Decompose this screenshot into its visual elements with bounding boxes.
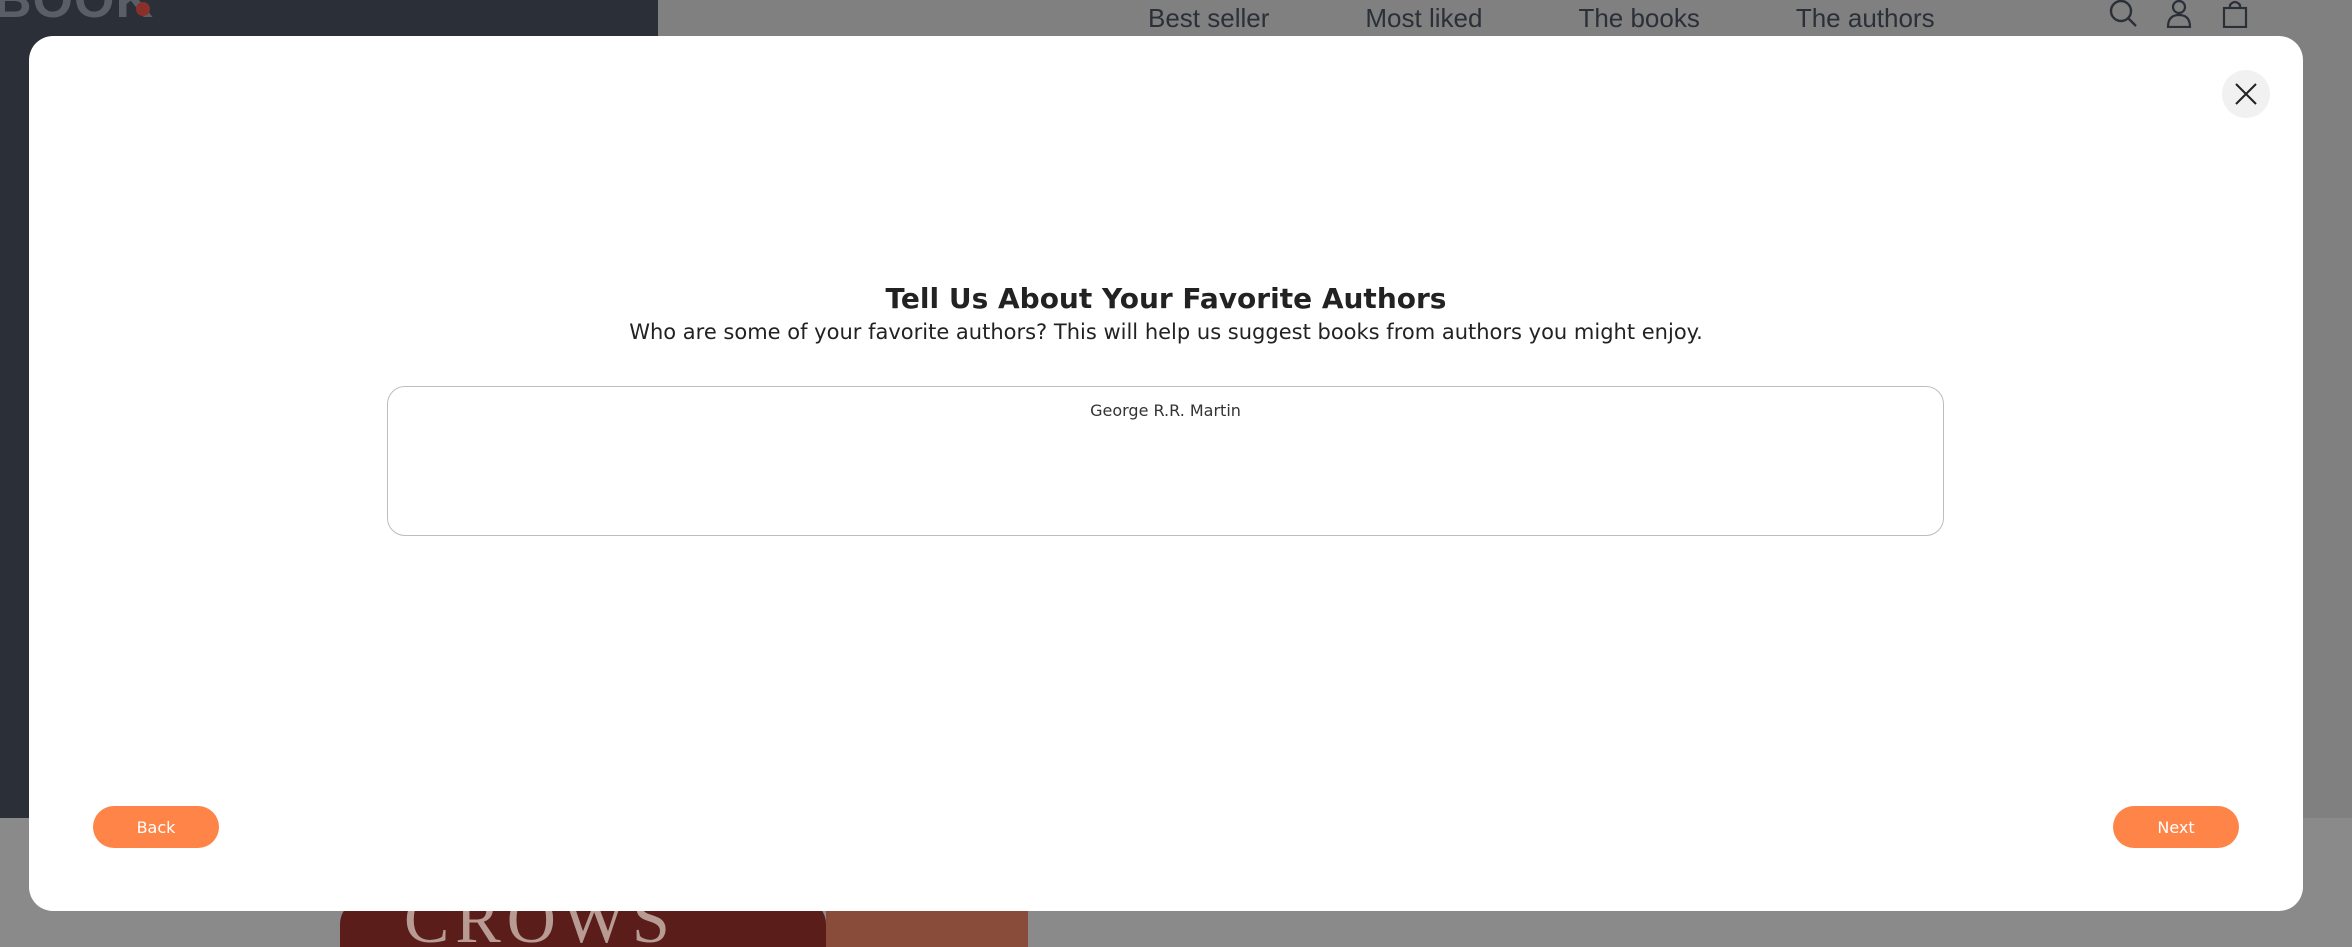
nav-the-books[interactable]: The books <box>1578 0 1699 36</box>
close-icon <box>2235 83 2257 105</box>
favorite-authors-input[interactable]: George R.R. Martin <box>387 386 1944 536</box>
nav-most-liked[interactable]: Most liked <box>1365 0 1482 36</box>
back-button[interactable]: Back <box>93 806 219 848</box>
nav-best-seller[interactable]: Best seller <box>1148 0 1269 36</box>
next-button[interactable]: Next <box>2113 806 2239 848</box>
modal-title: Tell Us About Your Favorite Authors <box>885 282 1447 315</box>
nav-the-authors[interactable]: The authors <box>1796 0 1935 36</box>
modal-subtitle: Who are some of your favorite authors? T… <box>629 320 1703 344</box>
close-button[interactable] <box>2222 70 2270 118</box>
user-icon[interactable] <box>2164 0 2194 29</box>
cart-icon[interactable] <box>2220 0 2250 29</box>
header-icons <box>2108 0 2250 29</box>
search-icon[interactable] <box>2108 0 2138 28</box>
logo-dot <box>136 2 150 16</box>
top-nav: Best seller Most liked The books The aut… <box>1148 0 2031 36</box>
favorite-authors-modal: Tell Us About Your Favorite Authors Who … <box>29 36 2303 911</box>
site-logo: BOOK <box>0 0 154 29</box>
